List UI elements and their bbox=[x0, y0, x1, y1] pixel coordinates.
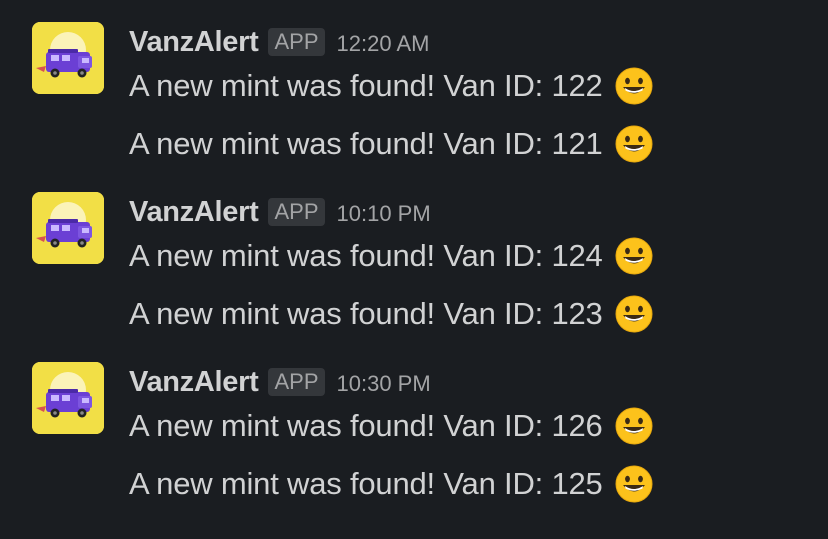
message-body: A new mint was found! Van ID: 122 bbox=[129, 68, 603, 103]
sender-name[interactable]: VanzAlert bbox=[129, 26, 259, 59]
van-icon bbox=[32, 192, 104, 264]
timestamp[interactable]: 10:10 PM bbox=[337, 201, 431, 227]
grinning-face-icon bbox=[615, 295, 653, 333]
message-text: A new mint was found! Van ID: 124 bbox=[129, 234, 653, 278]
message-group: VanzAlert APP 10:30 PM A new mint was fo… bbox=[0, 340, 828, 510]
message-body: A new mint was found! Van ID: 125 bbox=[129, 466, 603, 501]
avatar[interactable] bbox=[32, 192, 104, 264]
message-text: A new mint was found! Van ID: 126 bbox=[129, 404, 653, 448]
message-text: A new mint was found! Van ID: 121 bbox=[129, 122, 653, 166]
timestamp[interactable]: 10:30 PM bbox=[337, 371, 431, 397]
grinning-face-icon bbox=[615, 237, 653, 275]
grinning-face-icon bbox=[615, 67, 653, 105]
grinning-face-icon bbox=[615, 407, 653, 445]
avatar[interactable] bbox=[32, 362, 104, 434]
message-text: A new mint was found! Van ID: 123 bbox=[129, 292, 653, 336]
avatar[interactable] bbox=[32, 22, 104, 94]
message-body: A new mint was found! Van ID: 123 bbox=[129, 296, 603, 331]
app-badge: APP bbox=[268, 28, 325, 56]
app-badge: APP bbox=[268, 368, 325, 396]
message-body: A new mint was found! Van ID: 126 bbox=[129, 408, 603, 443]
grinning-face-icon bbox=[615, 125, 653, 163]
message-group: VanzAlert APP 10:10 PM A new mint was fo… bbox=[0, 170, 828, 340]
sender-name[interactable]: VanzAlert bbox=[129, 196, 259, 229]
message-text: A new mint was found! Van ID: 125 bbox=[129, 462, 653, 506]
message-header: VanzAlert APP 10:10 PM bbox=[129, 192, 431, 232]
message-feed: VanzAlert APP 12:20 AM A new mint was fo… bbox=[0, 0, 828, 539]
message-text: A new mint was found! Van ID: 122 bbox=[129, 64, 653, 108]
app-badge: APP bbox=[268, 198, 325, 226]
message-header: VanzAlert APP 10:30 PM bbox=[129, 362, 431, 402]
message-body: A new mint was found! Van ID: 124 bbox=[129, 238, 603, 273]
sender-name[interactable]: VanzAlert bbox=[129, 366, 259, 399]
van-icon bbox=[32, 362, 104, 434]
message-body: A new mint was found! Van ID: 121 bbox=[129, 126, 603, 161]
grinning-face-icon bbox=[615, 465, 653, 503]
message-group: VanzAlert APP 12:20 AM A new mint was fo… bbox=[0, 0, 828, 170]
message-header: VanzAlert APP 12:20 AM bbox=[129, 22, 429, 62]
timestamp[interactable]: 12:20 AM bbox=[337, 31, 430, 57]
van-icon bbox=[32, 22, 104, 94]
